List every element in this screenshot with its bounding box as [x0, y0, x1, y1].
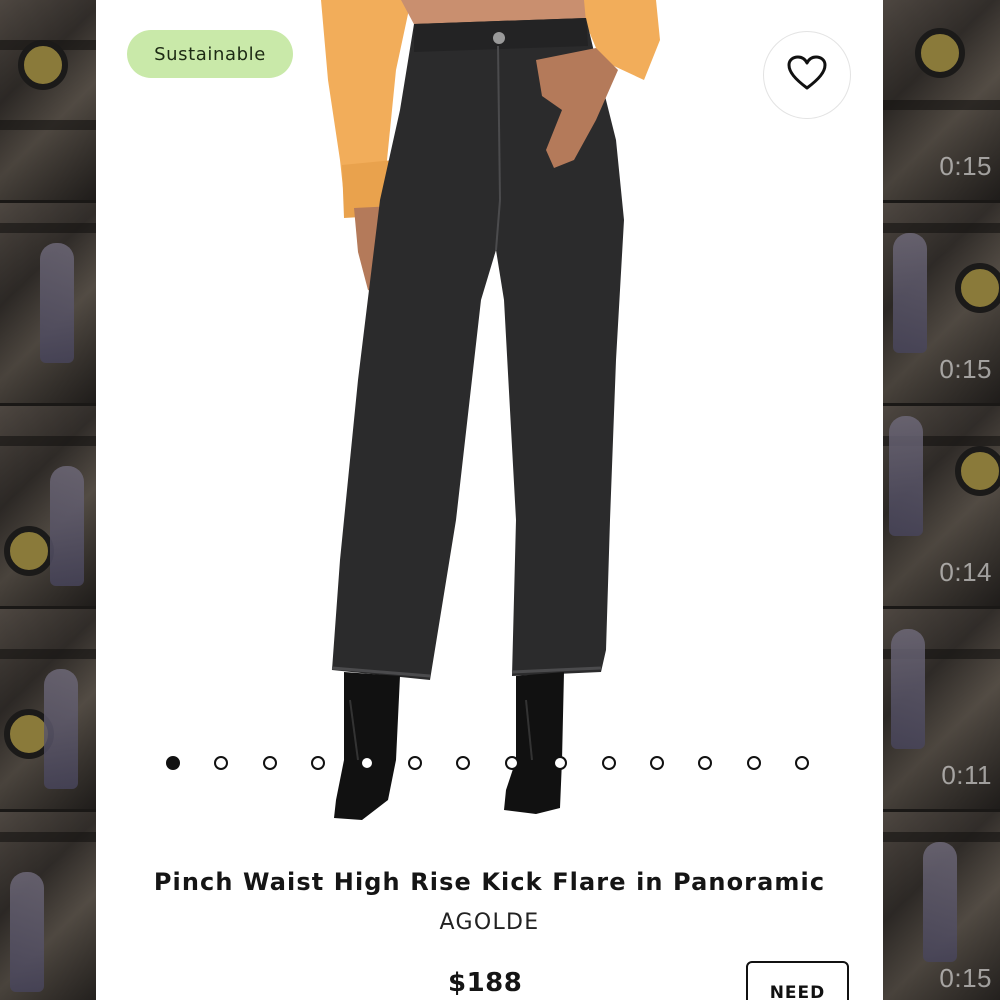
pagination-dot[interactable]: [456, 756, 471, 770]
pagination-dot[interactable]: [746, 756, 761, 770]
pagination-dot[interactable]: [553, 756, 568, 770]
video-duration: 0:14: [939, 557, 992, 587]
product-card: Sustainable Pinch Waist High Rise Kick F…: [96, 0, 883, 1000]
left-video-rail: [0, 0, 96, 1000]
favorite-button[interactable]: [763, 31, 851, 119]
pagination-dot[interactable]: [650, 756, 664, 770]
pagination-dot[interactable]: [795, 756, 810, 770]
pagination-dot[interactable]: [262, 756, 277, 770]
sustainable-badge: Sustainable: [127, 30, 293, 78]
product-price: $188: [448, 968, 523, 998]
video-thumbnail[interactable]: [0, 812, 96, 1000]
pagination-dot[interactable]: [601, 756, 616, 770]
pagination-dot[interactable]: [311, 756, 326, 770]
video-thumbnail[interactable]: [0, 609, 96, 812]
pagination-dot[interactable]: [166, 756, 180, 770]
right-video-rail: 0:15 0:15 0:14 0:11 0:15: [883, 0, 1000, 1000]
video-thumbnail[interactable]: [0, 203, 96, 406]
video-thumbnail[interactable]: 0:15: [883, 812, 1000, 1000]
pagination-dot[interactable]: [504, 756, 519, 770]
heart-icon: [787, 55, 827, 95]
video-thumbnail[interactable]: 0:15: [883, 0, 1000, 203]
video-thumbnail[interactable]: 0:15: [883, 203, 1000, 406]
video-thumbnail[interactable]: 0:11: [883, 609, 1000, 812]
pagination-dot[interactable]: [698, 756, 713, 770]
video-thumbnail[interactable]: [0, 406, 96, 609]
pagination-dot[interactable]: [359, 756, 374, 770]
video-thumbnail[interactable]: [0, 0, 96, 203]
need-button[interactable]: NEED: [746, 961, 849, 1000]
product-photo: [321, 0, 660, 820]
pagination-dot[interactable]: [408, 756, 422, 770]
product-title: Pinch Waist High Rise Kick Flare in Pano…: [153, 868, 826, 896]
image-pagination: [96, 756, 883, 776]
video-duration: 0:15: [939, 354, 992, 384]
pagination-dot[interactable]: [214, 756, 229, 770]
video-thumbnail[interactable]: 0:14: [883, 406, 1000, 609]
product-brand[interactable]: AGOLDE: [96, 910, 883, 935]
video-duration: 0:11: [941, 760, 992, 790]
video-duration: 0:15: [939, 963, 992, 993]
video-duration: 0:15: [939, 151, 992, 181]
product-image[interactable]: [96, 0, 883, 840]
